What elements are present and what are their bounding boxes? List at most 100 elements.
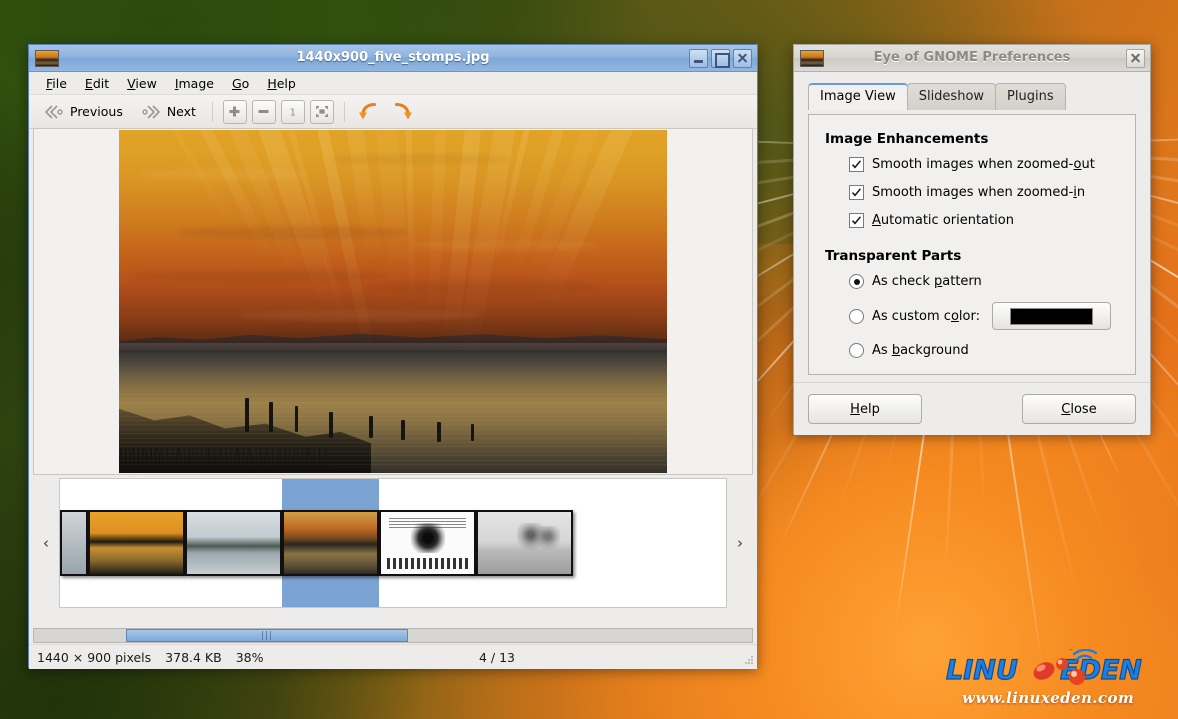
image-viewport[interactable]: [33, 128, 753, 475]
rotate-right-icon[interactable]: [389, 100, 415, 124]
label: As check pattern: [872, 274, 982, 289]
photo-cloud: [409, 240, 599, 251]
next-arrow-icon: [142, 104, 160, 119]
photo-water-ripple: [119, 380, 667, 381]
thumb-five-stomps-selected: [282, 510, 379, 576]
rotate-left-icon[interactable]: [356, 100, 382, 124]
resize-grip-icon[interactable]: [742, 654, 754, 666]
maximize-button[interactable]: [711, 49, 730, 68]
menu-image[interactable]: Image: [166, 74, 223, 93]
label: Smooth images when zoomed-in: [872, 185, 1086, 200]
prefs-titlebar[interactable]: Eye of GNOME Preferences: [794, 45, 1150, 72]
transparent-parts-heading: Transparent Parts: [825, 248, 962, 264]
eog-window-body: File Edit View Image Go Help Previous Ne…: [29, 72, 757, 669]
next-button[interactable]: Next: [132, 100, 204, 124]
menu-file[interactable]: File: [37, 74, 76, 93]
menu-help[interactable]: Help: [258, 74, 305, 93]
custom-color-button[interactable]: [991, 302, 1111, 330]
checkbox-checked-icon: [849, 185, 864, 200]
photo-water-ripple: [119, 372, 667, 373]
photo-water-ripple: [119, 354, 667, 355]
photo-water-ripple: [119, 358, 667, 359]
thumbnail-strip: ‹ ›: [33, 478, 753, 608]
list-item[interactable]: [185, 479, 282, 607]
minimize-button[interactable]: [689, 49, 708, 68]
help-button[interactable]: Help: [808, 394, 922, 424]
best-fit-icon[interactable]: [309, 99, 334, 124]
photo-cloud: [329, 154, 509, 164]
thumbstrip-next-arrow[interactable]: ›: [727, 478, 753, 608]
list-item[interactable]: [379, 479, 476, 607]
eog-titlebar[interactable]: 1440x900_five_stomps.jpg: [29, 45, 757, 72]
image-view-panel: Image Enhancements Smooth images when zo…: [808, 114, 1136, 375]
thumb-ink-text: [379, 510, 476, 576]
radio-unselected-icon: [849, 308, 864, 324]
thumbstrip-prev-arrow[interactable]: ‹: [33, 478, 59, 608]
horizontal-scrollbar[interactable]: |||: [33, 628, 753, 643]
normal-size-icon[interactable]: 1: [280, 99, 305, 124]
preferences-dialog: Eye of GNOME Preferences Image View Slid…: [793, 44, 1151, 435]
svg-text:LINU: LINU: [946, 655, 1018, 686]
photo-water-ripple: [119, 437, 667, 439]
prefs-body: Image View Slideshow Plugins Image Enhan…: [794, 72, 1150, 435]
label: Automatic orientation: [872, 213, 1014, 228]
prefs-window-title: Eye of GNOME Preferences: [873, 50, 1071, 65]
thumb-sunset-lake: [88, 510, 185, 576]
eog-menubar: File Edit View Image Go Help: [29, 72, 757, 95]
watermark-url: www.linuxeden.com: [962, 689, 1135, 707]
zoom-in-icon[interactable]: [222, 99, 247, 124]
photo-water-ripple: [119, 415, 667, 417]
photo-post: [369, 416, 373, 438]
close-button[interactable]: [733, 49, 752, 68]
site-watermark: LINU EDEN www.linuxeden.com: [940, 647, 1162, 709]
photo-water-ripple: [119, 394, 667, 395]
checkbox-smooth-zoomed-out[interactable]: Smooth images when zoomed-out: [849, 157, 1119, 172]
list-item[interactable]: [60, 479, 88, 607]
photo-reed: [171, 447, 173, 473]
photo-cloud: [129, 270, 389, 282]
menu-go[interactable]: Go: [223, 74, 258, 93]
checkbox-smooth-zoomed-in[interactable]: Smooth images when zoomed-in: [849, 185, 1119, 200]
photo-reed: [242, 447, 245, 473]
photo-post: [437, 422, 441, 442]
photo-post: [329, 412, 333, 438]
list-item[interactable]: [476, 479, 573, 607]
checkbox-checked-icon: [849, 213, 864, 228]
label: As background: [872, 343, 969, 358]
photo-cloud: [139, 168, 309, 180]
tab-image-view[interactable]: Image View: [808, 83, 908, 110]
tab-slideshow[interactable]: Slideshow: [906, 83, 997, 110]
photo-reed: [299, 464, 301, 473]
image-position-counter: 4 / 13: [478, 649, 516, 665]
scrollbar-thumb[interactable]: |||: [126, 629, 408, 642]
photo-post: [269, 402, 273, 432]
photo-reed: [131, 464, 133, 473]
menu-view[interactable]: View: [118, 74, 166, 93]
checkbox-automatic-orientation[interactable]: Automatic orientation: [849, 213, 1119, 228]
photo-water-ripple: [119, 428, 667, 430]
displayed-image: [119, 130, 667, 473]
radio-as-check-pattern[interactable]: As check pattern: [849, 274, 1119, 289]
dialog-buttons: Help Close: [808, 394, 1136, 424]
zoom-out-icon[interactable]: [251, 99, 276, 124]
close-button[interactable]: [1126, 49, 1145, 68]
menu-edit[interactable]: Edit: [76, 74, 118, 93]
previous-arrow-icon: [45, 104, 63, 119]
close-dialog-button[interactable]: Close: [1022, 394, 1136, 424]
radio-as-background[interactable]: As background: [849, 343, 1119, 358]
linuxeden-logo-icon: LINU EDEN: [945, 649, 1143, 687]
svg-text:1: 1: [290, 108, 296, 119]
photo-water-ripple: [119, 389, 667, 390]
radio-as-custom-color[interactable]: As custom color:: [849, 302, 1119, 330]
prefs-window-controls: [1126, 49, 1145, 68]
tab-plugins[interactable]: Plugins: [995, 83, 1066, 110]
photo-water-ripple: [119, 424, 667, 426]
radio-selected-icon: [849, 274, 864, 289]
previous-button[interactable]: Previous: [35, 100, 131, 124]
photo-cloud: [369, 280, 599, 294]
toolbar-separator-1: [211, 101, 213, 122]
photo-cloud: [439, 316, 639, 328]
list-item[interactable]: [282, 479, 379, 607]
list-item[interactable]: [88, 479, 185, 607]
photo-water-ripple: [119, 402, 667, 403]
